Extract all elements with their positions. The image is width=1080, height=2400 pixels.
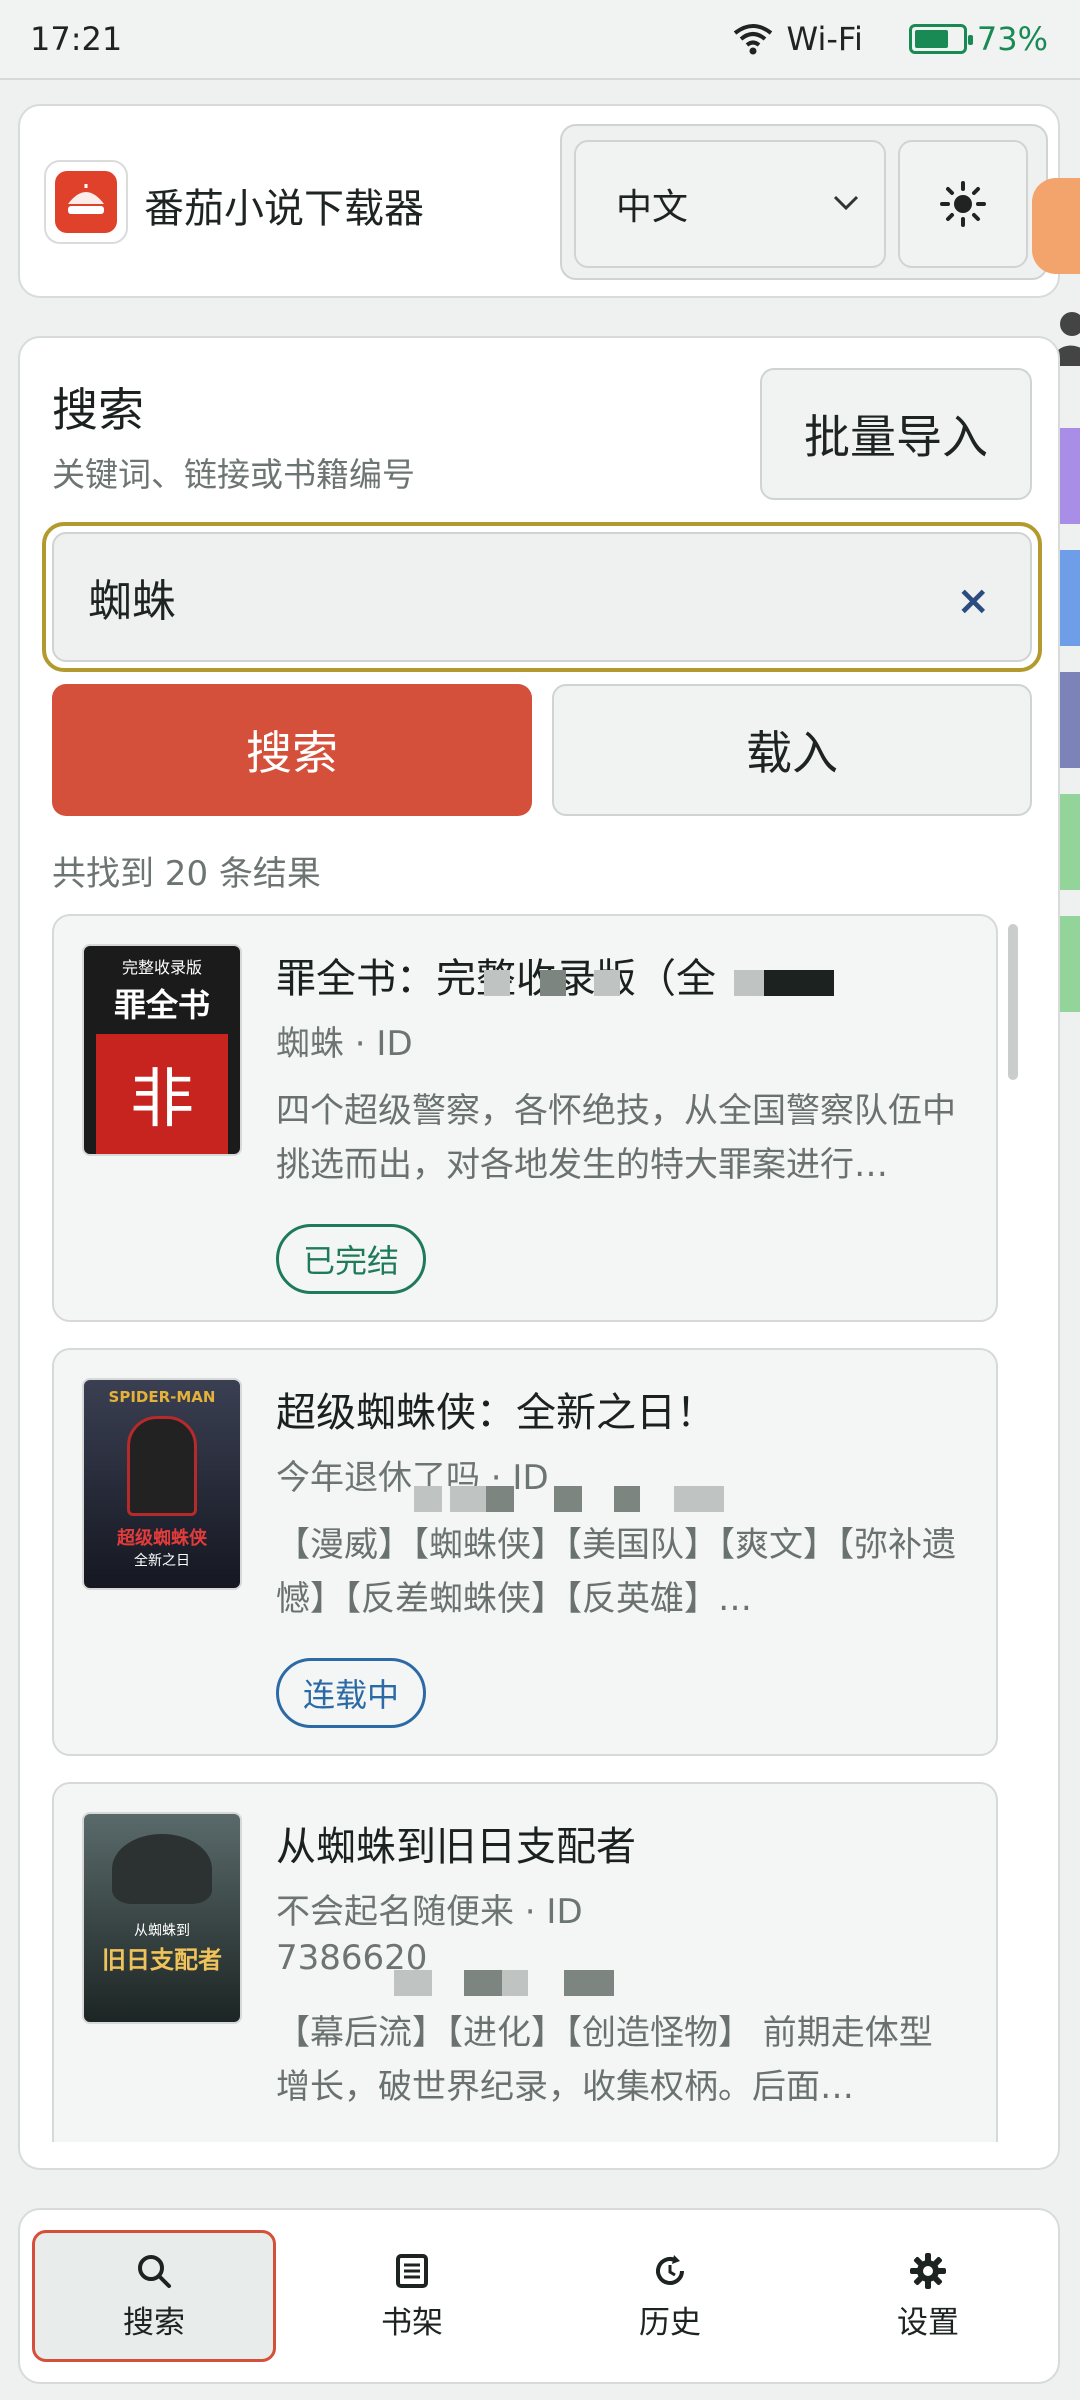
redaction	[484, 970, 510, 996]
battery-indicator: 73%	[908, 20, 1048, 58]
book-cover: 完整收录版 罪全书 非	[82, 944, 242, 1156]
nav-history[interactable]: 历史	[548, 2230, 792, 2362]
header-controls: 中文	[560, 124, 1048, 280]
cover-text: 旧日支配者	[102, 1946, 222, 1974]
cover-figure	[127, 1416, 197, 1516]
float-btn-1[interactable]	[1032, 178, 1080, 274]
redaction	[674, 1486, 724, 1512]
battery-icon	[908, 24, 973, 54]
redaction	[502, 1970, 528, 1996]
redaction	[486, 1486, 514, 1512]
search-panel: 搜索 关键词、链接或书籍编号 批量导入 蜘蛛 × 搜索 载入 共找到 20 条结…	[18, 336, 1060, 2170]
cover-text: 全新之日	[134, 1553, 190, 1569]
app-logo	[44, 160, 128, 244]
redaction	[594, 970, 620, 996]
cover-text: 超级蜘蛛侠	[117, 1528, 207, 1549]
wifi-label: Wi-Fi	[786, 20, 863, 58]
nav-label: 书架	[381, 2304, 443, 2341]
nav-label: 设置	[897, 2304, 959, 2341]
book-meta: 蜘蛛 · ID	[276, 1024, 413, 1064]
nav-label: 历史	[639, 2304, 701, 2341]
language-value: 中文	[616, 187, 689, 228]
tomato-icon	[55, 171, 117, 233]
app-header: 番茄小说下载器 中文	[18, 104, 1060, 298]
batch-import-button[interactable]: 批量导入	[760, 368, 1032, 500]
cover-art: 非	[96, 1034, 228, 1154]
search-icon	[138, 2254, 171, 2288]
sun-icon	[940, 181, 986, 227]
cover-text: SPIDER-MAN	[108, 1388, 216, 1406]
theme-toggle-button[interactable]	[898, 140, 1028, 268]
gear-icon	[910, 2252, 946, 2289]
status-badge: 已完结	[276, 1224, 427, 1294]
clear-icon[interactable]: ×	[956, 578, 990, 624]
result-card[interactable]: 从蜘蛛到 旧日支配者 从蜘蛛到旧日支配者 不会起名随便来 · ID 738662…	[52, 1782, 998, 2142]
book-cover: SPIDER-MAN 超级蜘蛛侠 全新之日	[82, 1378, 242, 1590]
result-card[interactable]: 完整收录版 罪全书 非 罪全书：完整收录版（全 蜘蛛 · ID 四个超级警察，各…	[52, 914, 998, 1322]
bottom-nav: 搜索 书架 历史 设置	[18, 2208, 1060, 2384]
redaction	[764, 970, 834, 996]
cover-text: 从蜘蛛到	[134, 1923, 190, 1939]
chevron-down-icon	[833, 195, 859, 211]
nav-search[interactable]: 搜索	[32, 2230, 276, 2362]
result-card[interactable]: SPIDER-MAN 超级蜘蛛侠 全新之日 超级蜘蛛侠：全新之日！ 今年退休了吗…	[52, 1348, 998, 1756]
book-description: 【幕后流】【进化】【创造怪物】 前期走体型增长，破世界纪录，收集权柄。后面…	[276, 2013, 933, 2107]
search-subtitle: 关键词、链接或书籍编号	[52, 455, 415, 494]
nav-label: 搜索	[123, 2304, 185, 2341]
status-badge: 连载中	[276, 1658, 427, 1728]
status-right: Wi-Fi 73%	[733, 20, 1048, 58]
nav-bookshelf[interactable]: 书架	[290, 2230, 534, 2362]
redaction	[414, 1486, 442, 1512]
results-list: 完整收录版 罪全书 非 罪全书：完整收录版（全 蜘蛛 · ID 四个超级警察，各…	[52, 914, 1018, 2142]
book-meta: 不会起名随便来 · ID	[276, 1892, 583, 1932]
search-query: 蜘蛛	[88, 576, 176, 627]
search-title: 搜索	[52, 383, 144, 437]
result-count: 共找到 20 条结果	[52, 854, 321, 894]
redaction	[450, 1486, 486, 1512]
redaction	[554, 1486, 582, 1512]
book-description: 【漫威】【蜘蛛侠】【美国队】【爽文】【弥补遗憾】【反差蜘蛛侠】【反英雄】…	[276, 1525, 956, 1619]
app-title: 番茄小说下载器	[144, 186, 424, 232]
redaction	[564, 1970, 614, 1996]
book-description: 四个超级警察，各怀绝技，从全国警察队伍中挑选而出，对各地发生的特大罪案进行…	[276, 1091, 956, 1185]
cover-text: 完整收录版	[121, 958, 202, 977]
redaction	[464, 1970, 502, 1996]
wifi-icon	[733, 24, 772, 55]
book-cover: 从蜘蛛到 旧日支配者	[82, 1812, 242, 2024]
language-select[interactable]: 中文	[574, 140, 886, 268]
book-title: 从蜘蛛到旧日支配者	[276, 1824, 636, 1870]
battery-percent: 73%	[976, 20, 1048, 58]
cover-figure	[112, 1834, 212, 1904]
search-input[interactable]: 蜘蛛 ×	[52, 532, 1032, 662]
cover-text: 非	[130, 1063, 194, 1137]
book-title: 超级蜘蛛侠：全新之日！	[276, 1390, 716, 1436]
redaction	[540, 970, 566, 996]
redaction	[614, 1486, 640, 1512]
book-id: 7386620	[276, 1938, 428, 1978]
bookshelf-icon	[396, 2253, 428, 2288]
status-bar: 17:21 Wi-Fi 73%	[0, 0, 1080, 80]
redaction	[394, 1970, 432, 1996]
history-icon	[656, 2254, 684, 2285]
cover-text: 罪全书	[113, 986, 210, 1024]
status-time: 17:21	[30, 20, 123, 58]
search-button[interactable]: 搜索	[52, 684, 532, 816]
search-input-focus-ring: 蜘蛛 ×	[42, 522, 1042, 672]
nav-settings[interactable]: 设置	[806, 2230, 1050, 2362]
redaction	[734, 970, 764, 996]
load-button[interactable]: 载入	[552, 684, 1032, 816]
